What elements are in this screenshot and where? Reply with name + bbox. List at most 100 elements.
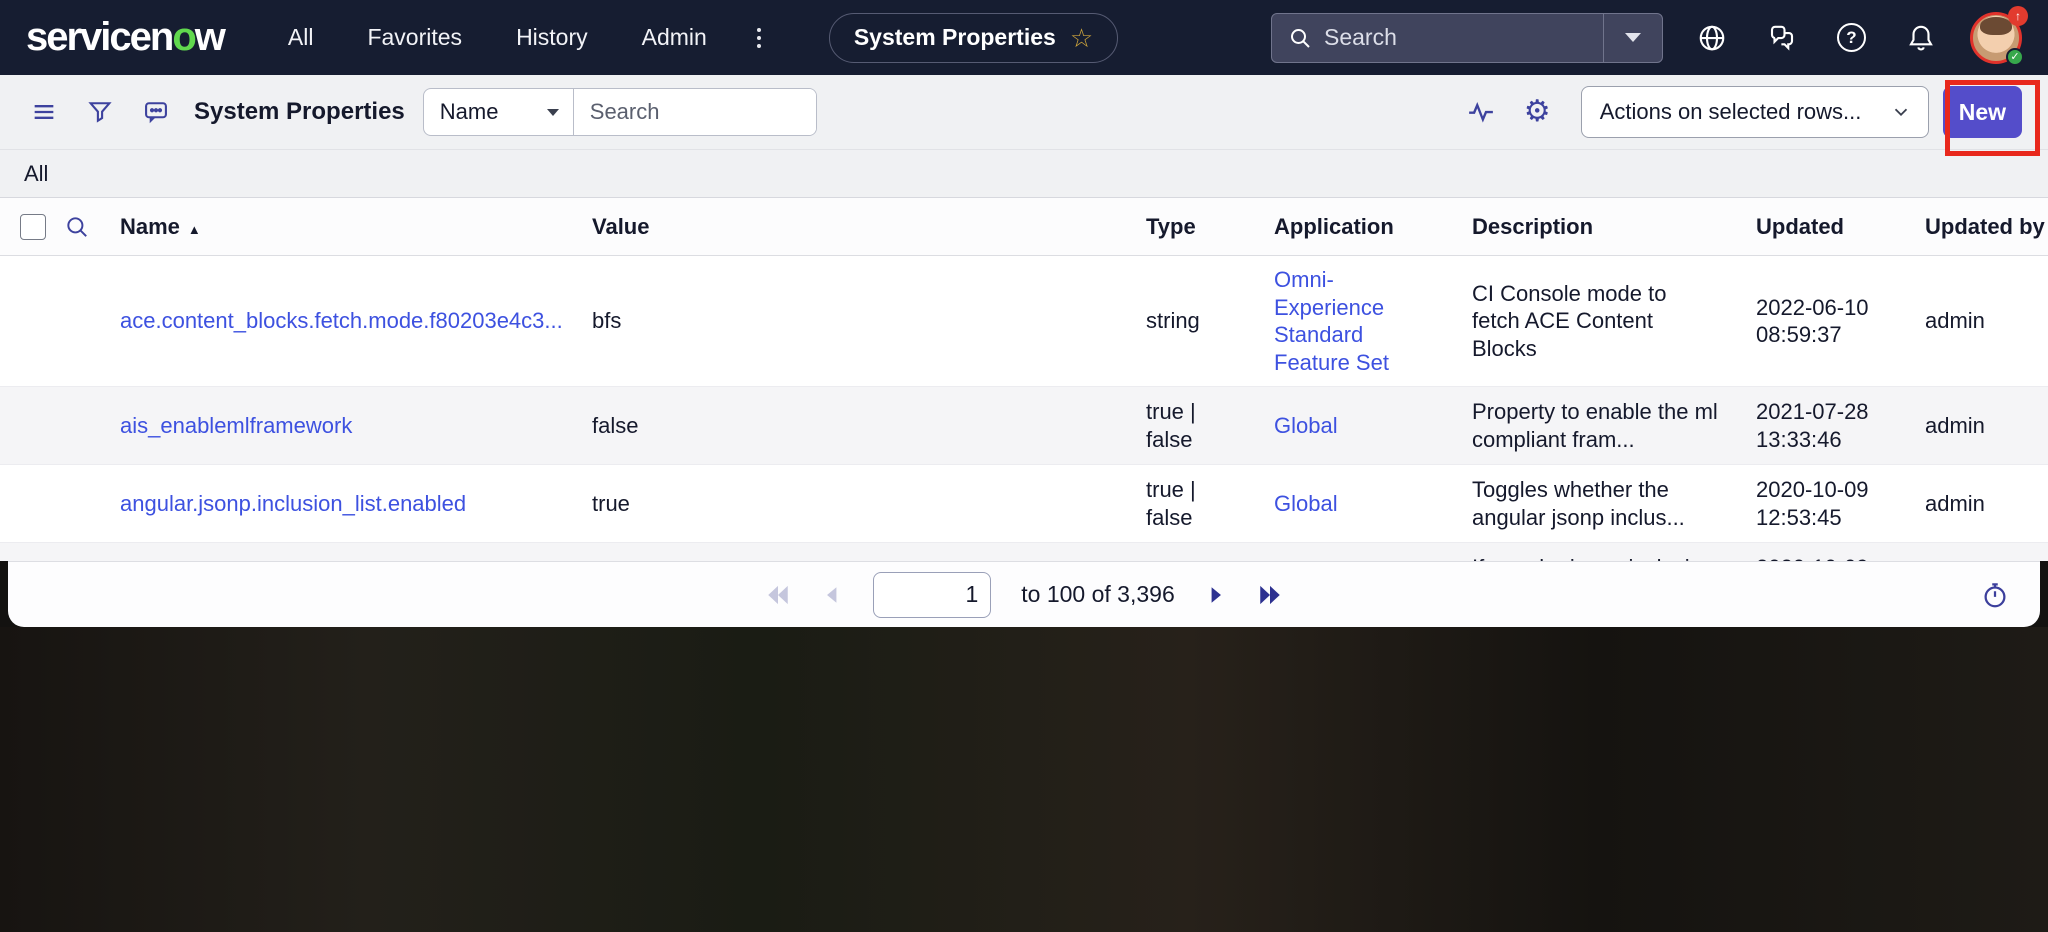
impersonation-badge: ↑: [2008, 6, 2028, 26]
updated-cell: 2021-07-28 13:33:46: [1756, 388, 1925, 463]
menu-all[interactable]: All: [288, 24, 314, 51]
servicenow-logo[interactable]: servicenow: [26, 15, 224, 60]
topnav-icons: ?: [1697, 23, 1936, 53]
select-all-checkbox[interactable]: [20, 214, 46, 240]
header-select-cell: [0, 214, 120, 240]
value-cell: false: [592, 402, 1146, 450]
logo-text-end: w: [195, 15, 224, 59]
list-filter-group: Name: [423, 88, 817, 136]
actions-dropdown-value: Actions on selected rows...: [1600, 99, 1862, 125]
updated-cell: 2022-06-10 08:59:37: [1756, 284, 1925, 359]
application-link[interactable]: Global: [1274, 413, 1338, 438]
page-number-input[interactable]: [873, 572, 991, 618]
column-header-updated-by[interactable]: Updated by: [1925, 214, 2048, 240]
list-search-input[interactable]: [574, 89, 816, 135]
main-menu: All Favorites History Admin: [288, 24, 707, 51]
comments-bubble-icon[interactable]: [134, 90, 178, 134]
application-cell: Omni-Experience Standard Feature Set: [1274, 256, 1472, 386]
type-cell: true | false: [1146, 388, 1274, 463]
gear-icon[interactable]: ⚙: [1516, 89, 1559, 135]
globe-icon[interactable]: [1697, 23, 1727, 53]
global-search: [1271, 13, 1663, 63]
help-icon[interactable]: ?: [1837, 23, 1866, 52]
chevron-down-icon: [547, 109, 559, 116]
notifications-bell-icon[interactable]: [1906, 23, 1936, 53]
previous-page-button[interactable]: [821, 584, 843, 606]
pagination-range-label: to 100 of 3,396: [1021, 581, 1174, 608]
next-page-button[interactable]: [1205, 584, 1227, 606]
property-name-link[interactable]: ace.content_blocks.fetch.mode.f80203e4c3…: [120, 307, 562, 335]
column-header-type[interactable]: Type: [1146, 214, 1274, 240]
updated-cell: 2020-10-09 12:54:26: [1756, 544, 1925, 561]
table-header-row: Name ▲ Value Type Application Description…: [0, 198, 2048, 256]
property-name-cell: ais_enablemlframework: [120, 402, 592, 450]
pagination-bar: to 100 of 3,396: [8, 561, 2040, 627]
chevron-down-icon: [1625, 33, 1641, 42]
help-question-glyph: ?: [1837, 23, 1866, 52]
menu-history[interactable]: History: [516, 24, 588, 51]
column-header-application[interactable]: Application: [1274, 214, 1472, 240]
updated-by-cell: admin: [1925, 297, 2048, 345]
property-name-link[interactable]: ais_enablemlframework: [120, 412, 562, 440]
favorite-star-icon[interactable]: ☆: [1070, 25, 1093, 51]
global-search-input[interactable]: [1324, 24, 1603, 51]
application-cell: Global: [1274, 480, 1472, 528]
type-cell: string: [1146, 297, 1274, 345]
property-name-cell: ace.content_blocks.fetch.mode.f80203e4c3…: [120, 297, 592, 345]
column-search-icon[interactable]: [64, 214, 90, 240]
column-header-value[interactable]: Value: [592, 214, 1146, 240]
updated-by-cell: admin: [1925, 402, 2048, 450]
sort-ascending-icon: ▲: [188, 222, 201, 237]
column-header-description[interactable]: Description: [1472, 214, 1756, 240]
desktop-background-strip: [0, 627, 2048, 932]
table-row: angular.jsonp.inclusion_list.urlsselfstr…: [0, 543, 2048, 561]
logo-green-letter: o: [172, 15, 194, 59]
application-link[interactable]: Global: [1274, 491, 1338, 516]
updated-cell: 2020-10-09 12:53:45: [1756, 466, 1925, 541]
response-time-stopwatch-icon[interactable]: [1980, 580, 2010, 610]
description-cell: Property to enable the ml compliant fram…: [1472, 388, 1756, 463]
activity-pulse-icon[interactable]: [1458, 89, 1504, 135]
row-select-cell: [0, 416, 120, 436]
description-cell: Toggles whether the angular jsonp inclus…: [1472, 466, 1756, 541]
actions-dropdown[interactable]: Actions on selected rows...: [1581, 86, 1929, 138]
column-header-name[interactable]: Name ▲: [120, 214, 592, 240]
description-cell: If angular jsonp inclusion list is enabl…: [1472, 544, 1756, 561]
gear-glyph: ⚙: [1524, 97, 1551, 127]
chevron-down-icon: [1890, 101, 1912, 123]
search-field-select[interactable]: Name: [424, 89, 574, 135]
page-title: System Properties: [194, 98, 405, 126]
logo-text: servicen: [26, 15, 172, 59]
new-button[interactable]: New: [1943, 86, 2022, 138]
filter-funnel-icon[interactable]: [78, 90, 122, 134]
value-cell: true: [592, 480, 1146, 528]
breadcrumb-all[interactable]: All: [24, 161, 48, 187]
row-select-cell: [0, 311, 120, 331]
type-cell: true | false: [1146, 466, 1274, 541]
status-available-badge: ✓: [2006, 48, 2024, 66]
column-header-updated[interactable]: Updated: [1756, 214, 1925, 240]
description-cell: CI Console mode to fetch ACE Content Blo…: [1472, 270, 1756, 373]
chat-icon[interactable]: [1767, 23, 1797, 53]
table-row: ace.content_blocks.fetch.mode.f80203e4c3…: [0, 256, 2048, 387]
search-scope-dropdown[interactable]: [1604, 14, 1662, 62]
first-page-button[interactable]: [765, 582, 791, 608]
current-page-pill[interactable]: System Properties ☆: [829, 13, 1118, 63]
menu-admin[interactable]: Admin: [642, 24, 707, 51]
row-select-cell: [0, 494, 120, 514]
property-name-cell: angular.jsonp.inclusion_list.enabled: [120, 480, 592, 528]
application-link[interactable]: Omni-Experience Standard Feature Set: [1274, 267, 1389, 375]
property-name-link[interactable]: angular.jsonp.inclusion_list.enabled: [120, 490, 562, 518]
more-menu-kebab-icon[interactable]: [751, 22, 767, 54]
search-icon: [1288, 26, 1312, 50]
search-field-value: Name: [440, 99, 499, 125]
list-menu-hamburger-icon[interactable]: [22, 90, 66, 134]
application-cell: Global: [1274, 402, 1472, 450]
list-toolbar: System Properties Name ⚙ Actions on sele…: [0, 75, 2048, 150]
header-name-label: Name: [120, 214, 180, 239]
menu-favorites[interactable]: Favorites: [367, 24, 462, 51]
table-body: ace.content_blocks.fetch.mode.f80203e4c3…: [0, 256, 2048, 561]
last-page-button[interactable]: [1257, 582, 1283, 608]
user-avatar[interactable]: ↑ ✓: [1970, 12, 2022, 64]
top-nav: servicenow All Favorites History Admin S…: [0, 0, 2048, 75]
